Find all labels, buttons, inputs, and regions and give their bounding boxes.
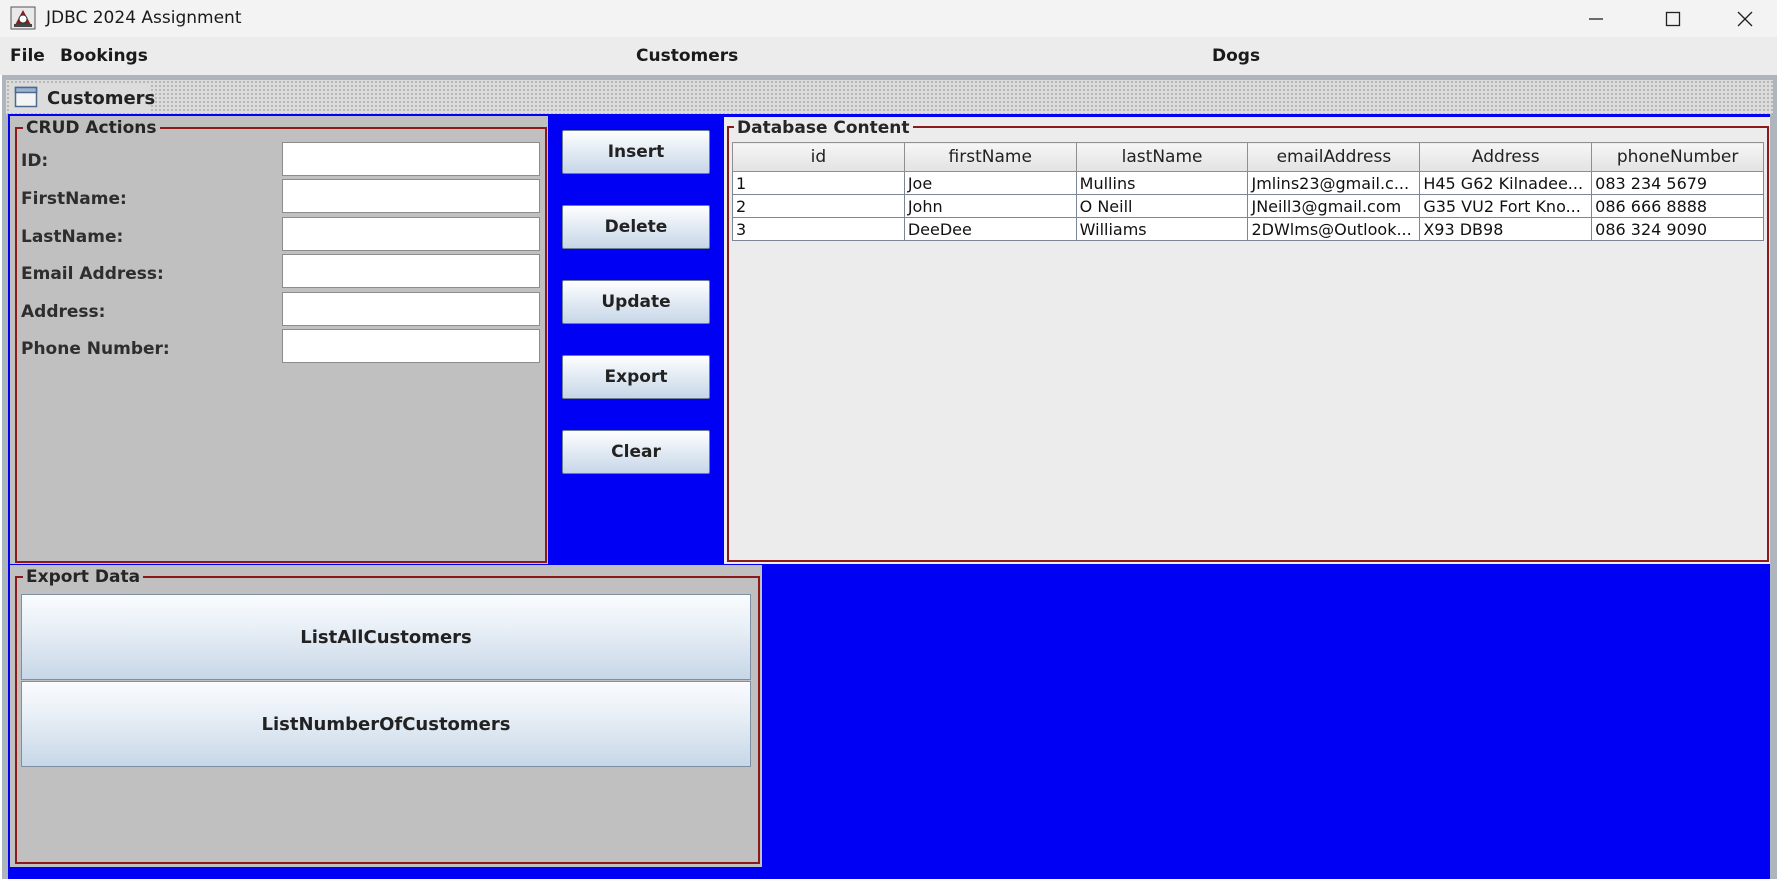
table-cell[interactable]: 2 [732,194,905,218]
table-cell[interactable]: H45 G62 Kilnadee... [1419,171,1593,195]
first-name-field[interactable] [282,179,540,213]
table-cell[interactable]: Joe [903,171,1077,195]
last-name-field[interactable] [282,217,540,251]
id-label: ID: [21,151,49,171]
table-cell[interactable]: Williams [1075,217,1249,241]
menu-dogs[interactable]: Dogs [1212,46,1260,66]
database-title: Database Content [734,118,913,138]
frame-window-icon [14,86,38,108]
minimize-icon [1589,17,1603,20]
list-all-customers-button[interactable]: ListAllCustomers [21,594,751,680]
last-name-label: LastName: [21,227,124,247]
table-cell[interactable]: 086 324 9090 [1591,217,1764,241]
phone-field[interactable] [282,329,540,363]
table-cell[interactable]: O Neill [1075,194,1249,218]
phone-label: Phone Number: [21,339,170,359]
java-app-icon [10,6,36,30]
table-cell[interactable]: John [903,194,1077,218]
internal-frame-title-bar[interactable] [6,80,1773,114]
table-cell[interactable]: 086 666 8888 [1591,194,1764,218]
table-row[interactable]: 3 DeeDee Williams 2DWlms@Outlook... X93 … [732,217,1764,241]
column-header[interactable]: Address [1419,142,1593,172]
maximize-icon [1665,11,1681,26]
table-cell[interactable]: DeeDee [903,217,1077,241]
table-cell[interactable]: 2DWlms@Outlook... [1247,217,1421,241]
menu-file[interactable]: File [10,46,45,66]
column-header[interactable]: emailAddress [1247,142,1421,172]
table-cell[interactable]: 3 [732,217,905,241]
address-label: Address: [21,302,106,322]
email-field[interactable] [282,254,540,288]
menu-customers[interactable]: Customers [636,46,738,66]
column-header[interactable]: phoneNumber [1591,142,1764,172]
insert-button[interactable]: Insert [562,130,710,174]
table-cell[interactable]: JNeill3@gmail.com [1247,194,1421,218]
internal-frame-title: Customers [47,88,156,109]
minimize-button[interactable] [1561,0,1631,37]
menu-bar [0,37,1777,75]
table-row[interactable]: 2 John O Neill JNeill3@gmail.com G35 VU2… [732,194,1764,218]
close-button[interactable] [1710,0,1777,37]
window-title: JDBC 2024 Assignment [46,8,242,28]
table-cell[interactable]: 1 [732,171,905,195]
window-title-bar [0,0,1777,37]
export-title: Export Data [23,567,144,587]
table-cell[interactable]: 083 234 5679 [1591,171,1764,195]
table-row[interactable]: 1 Joe Mullins Jmlins23@gmail.c... H45 G6… [732,171,1764,195]
table-cell[interactable]: G35 VU2 Fort Kno... [1419,194,1593,218]
menu-bookings[interactable]: Bookings [60,46,148,66]
crud-title: CRUD Actions [23,118,160,138]
list-number-of-customers-button[interactable]: ListNumberOfCustomers [21,681,751,767]
address-field[interactable] [282,292,540,326]
first-name-label: FirstName: [21,189,127,209]
column-header[interactable]: id [732,142,905,172]
email-label: Email Address: [21,264,164,284]
table-cell[interactable]: Mullins [1075,171,1249,195]
update-button[interactable]: Update [562,280,710,324]
table-header-row: id firstName lastName emailAddress Addre… [732,142,1764,172]
maximize-button[interactable] [1638,0,1708,37]
close-icon [1737,11,1753,26]
table-cell[interactable]: X93 DB98 [1419,217,1593,241]
table-cell[interactable]: Jmlins23@gmail.c... [1247,171,1421,195]
database-table[interactable]: id firstName lastName emailAddress Addre… [732,142,1764,241]
column-header[interactable]: firstName [903,142,1077,172]
delete-button[interactable]: Delete [562,205,710,249]
export-button[interactable]: Export [562,355,710,399]
clear-button[interactable]: Clear [562,430,710,474]
column-header[interactable]: lastName [1075,142,1249,172]
id-field[interactable] [282,142,540,176]
